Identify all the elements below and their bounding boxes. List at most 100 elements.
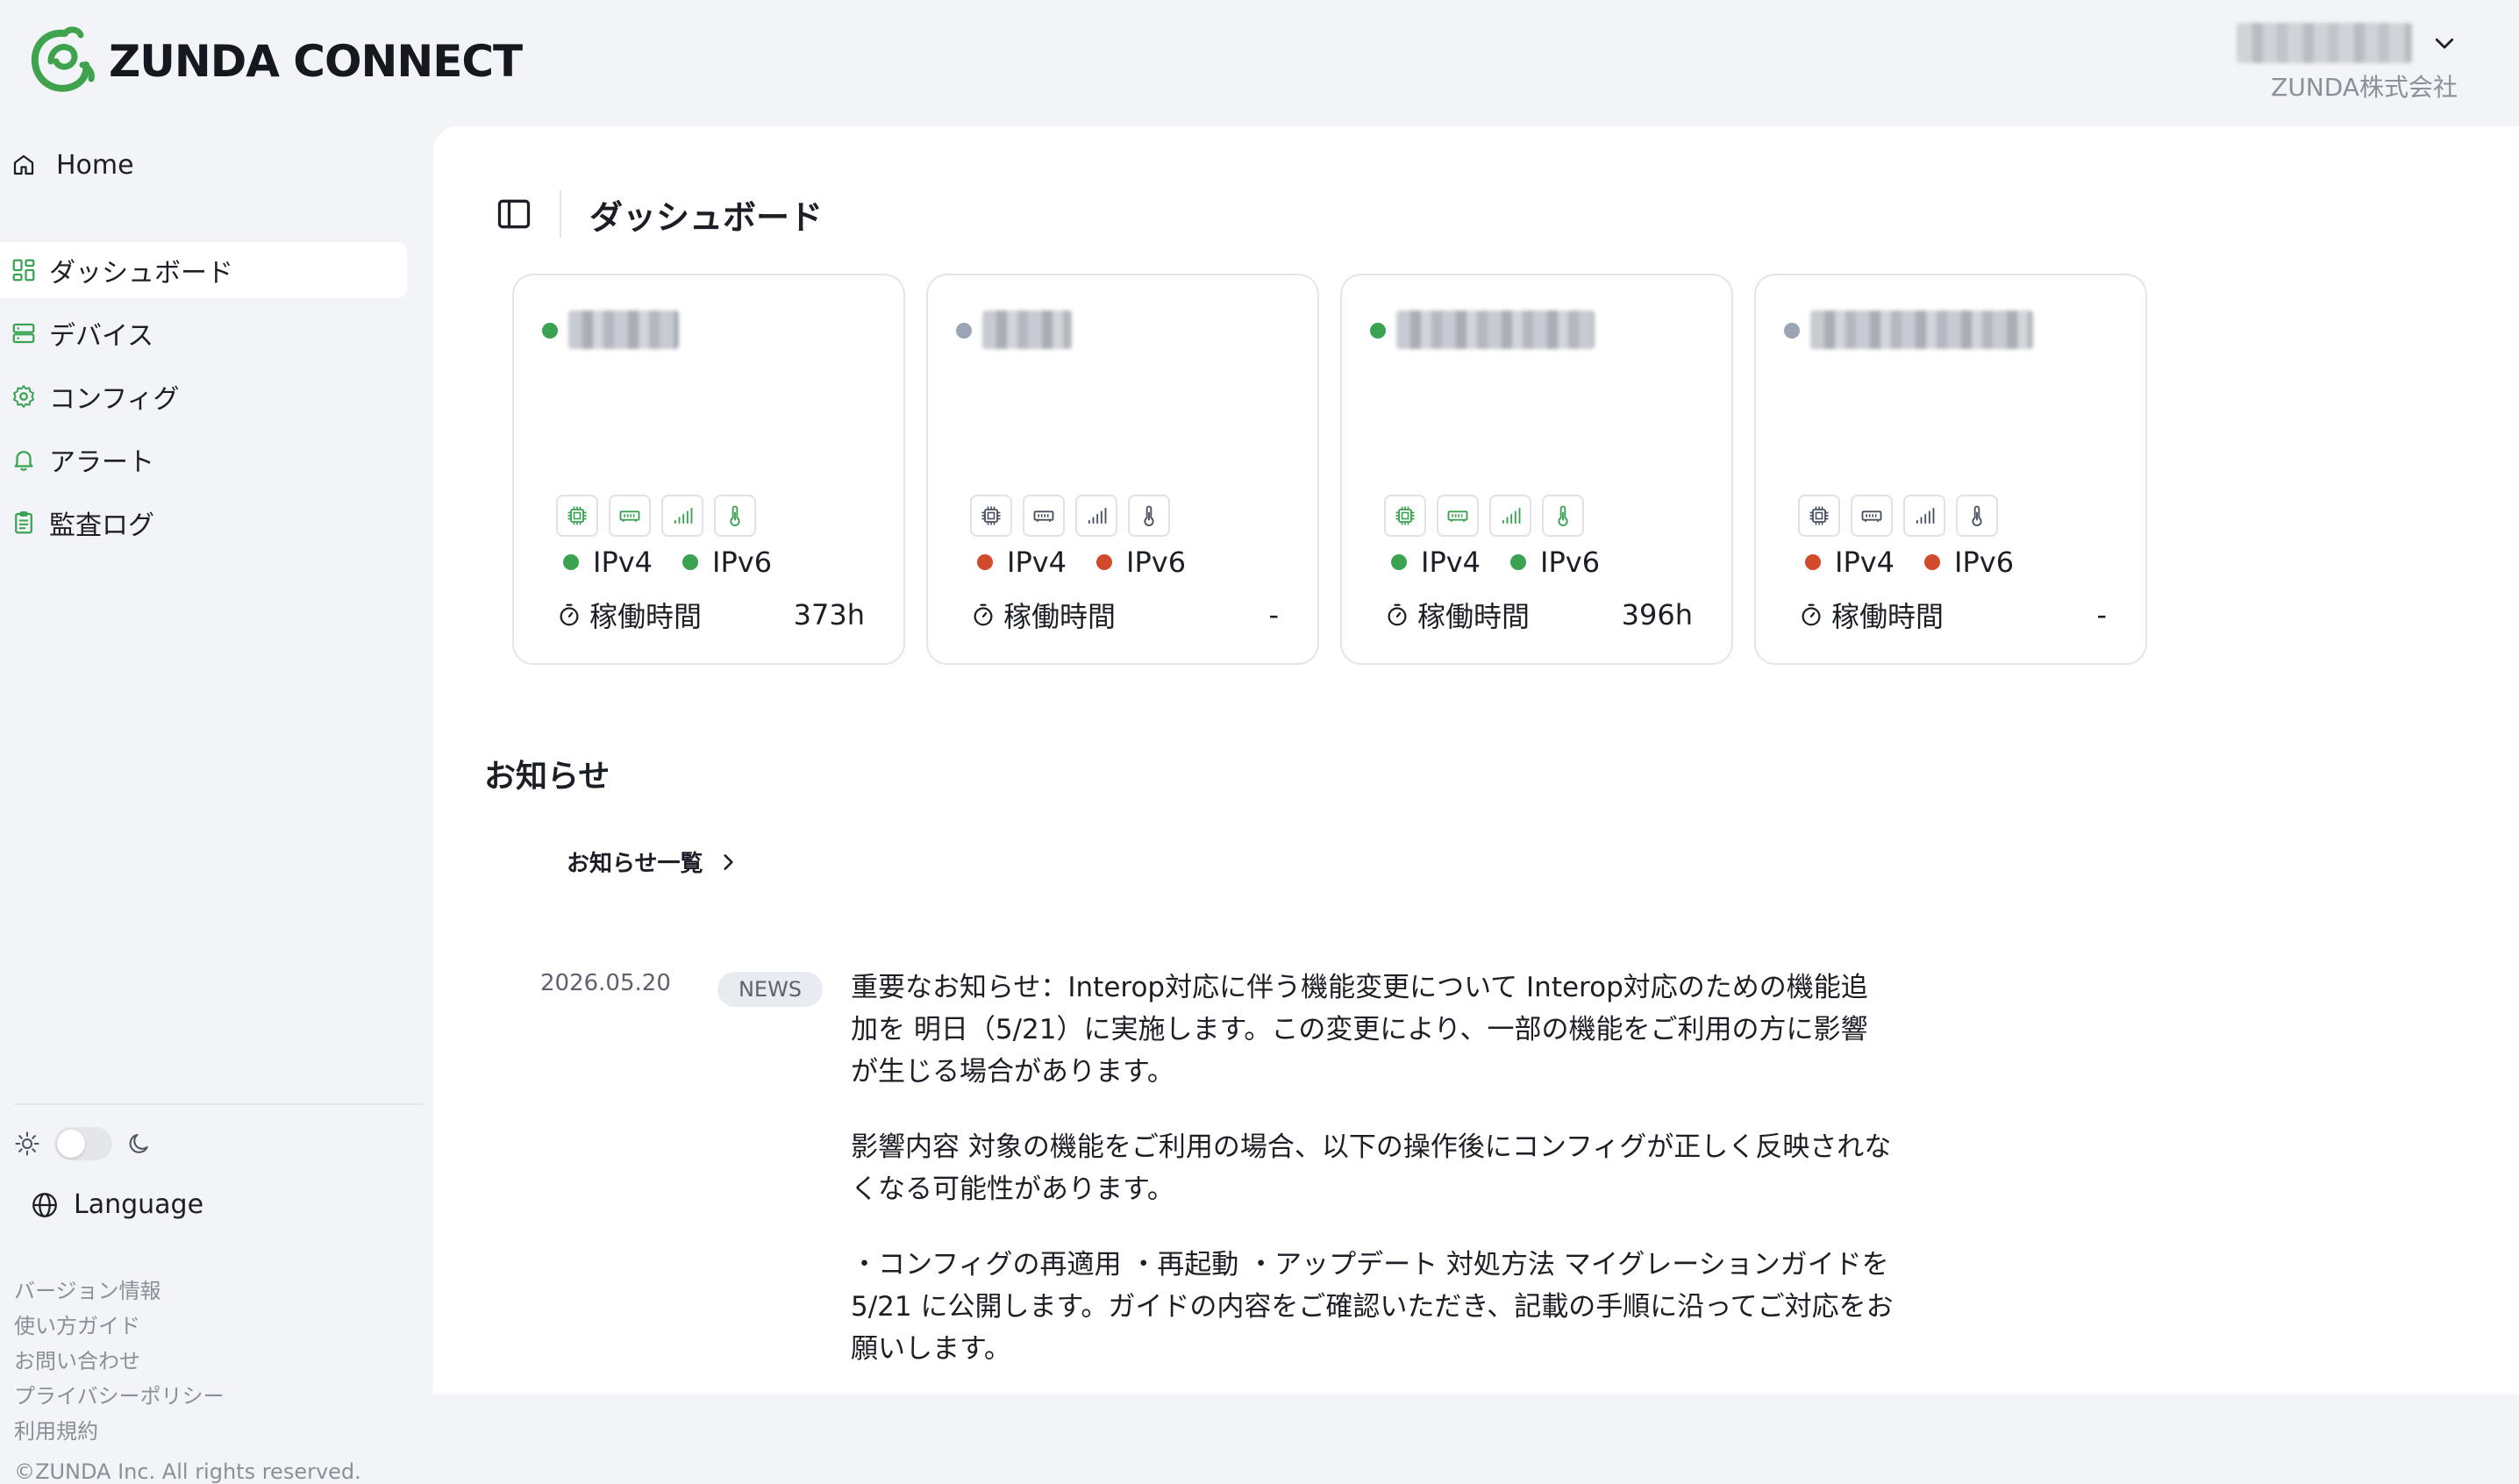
sidebar-item-label: アラート [49,447,154,478]
device-card[interactable]: IPv4 IPv6 稼働時間 373h [512,274,905,665]
device-card[interactable]: IPv4 IPv6 稼働時間 - [1754,274,2147,665]
ipv6-status-dot [682,554,699,570]
uptime-value: 396h [1621,598,1693,631]
device-name-redacted [568,310,679,349]
sidebar-item-label: ダッシュボード [49,258,233,289]
sidebar-item-dashboard[interactable]: ダッシュボード [0,242,407,298]
ipv4-label: IPv4 [1007,546,1067,579]
device-status-dot [1784,323,1800,339]
clipboard-icon [15,511,32,534]
sidebar-item-home[interactable]: Home [0,137,407,193]
user-name-redacted [2237,23,2412,63]
device-status-dot [542,323,558,339]
footer-link-version[interactable]: バージョン情報 [14,1274,225,1309]
stopwatch-icon [560,603,579,626]
uptime-label: 稼働時間 [1003,600,1117,633]
footer-link-contact[interactable]: お問い合わせ [14,1344,225,1379]
footer-link-guide[interactable]: 使い方ガイド [14,1309,225,1344]
device-name-redacted [1396,310,1595,349]
stopwatch-icon [1802,603,1821,626]
sidebar-item-label: コンフィグ [49,384,180,415]
ip-status-row: IPv4 IPv6 [563,546,772,579]
home-icon [13,154,34,175]
ipv4-status-dot [1805,554,1821,570]
signal-icon [1903,495,1945,537]
top-bar: ZUNDA CONNECT ZUNDA株式会社 [0,0,2519,123]
thermometer-icon [714,495,756,537]
ip-status-row: IPv4 IPv6 [1805,546,2014,579]
language-selector[interactable]: Language [30,1189,203,1220]
news-list-link-label: お知らせ一覧 [567,851,703,877]
ipv6-status-dot [1924,554,1941,570]
signal-icon [1489,495,1531,537]
sidebar-item-audit-log[interactable]: 監査ログ [0,495,407,551]
memory-icon [1023,495,1065,537]
page-title: ダッシュボード [589,197,824,237]
brand-name: ZUNDA CONNECT [109,36,523,87]
sidebar-item-label: 監査ログ [49,510,154,541]
device-metrics-icons [1798,495,1998,537]
ipv4-label: IPv4 [1421,546,1481,579]
page-header: ダッシュボード [495,189,823,239]
device-metrics-icons [970,495,1170,537]
news-body: 重要なお知らせ：Interop対応に伴う機能変更について Interop対応のた… [851,967,1895,1403]
signal-icon [661,495,703,537]
news-list-link[interactable]: お知らせ一覧 [567,845,739,878]
language-label: Language [74,1189,204,1220]
device-card[interactable]: IPv4 IPv6 稼働時間 396h [1340,274,1733,665]
chevron-down-icon[interactable] [2431,30,2458,56]
ipv4-label: IPv4 [593,546,653,579]
footer-links: バージョン情報 使い方ガイド お問い合わせ プライバシーポリシー 利用規約 [14,1274,225,1449]
device-name-redacted [1810,310,2033,349]
sidebar-item-devices[interactable]: デバイス [0,305,407,361]
brand-logo[interactable]: ZUNDA CONNECT [26,25,523,98]
stopwatch-icon [1388,603,1407,626]
moon-icon [129,1134,148,1153]
sidebar-toggle-icon[interactable] [495,195,533,233]
header-divider [560,190,561,238]
theme-switcher [14,1126,153,1161]
ipv6-label: IPv6 [1540,546,1601,579]
ipv6-label: IPv6 [712,546,773,579]
uptime-value: - [2096,598,2107,631]
ipv4-status-dot [563,554,579,570]
memory-icon [609,495,651,537]
stopwatch-icon [974,603,993,626]
cpu-icon [556,495,598,537]
sidebar-item-config[interactable]: コンフィグ [0,368,407,425]
memory-icon [1851,495,1893,537]
footer-link-privacy[interactable]: プライバシーポリシー [14,1379,225,1414]
uptime-value: - [1268,598,1279,631]
user-company: ZUNDA株式会社 [2271,73,2458,102]
sidebar-item-alerts[interactable]: アラート [0,432,407,488]
sidebar: Home ダッシュボード デバイス コンフィグ アラート 監査ログ Langua… [0,123,433,1484]
bell-icon [14,451,33,471]
uptime-row: 稼働時間 - [1798,595,2107,635]
uptime-row: 稼働時間 396h [1384,595,1693,635]
device-icon [12,323,35,344]
sidebar-divider [14,1103,423,1105]
ipv6-status-dot [1096,554,1113,570]
news-paragraph: 重要なお知らせ：Interop対応に伴う機能変更について Interop対応のた… [851,972,1868,1088]
thermometer-icon [1542,495,1584,537]
device-status-dot [1370,323,1386,339]
uptime-label: 稼働時間 [1417,600,1531,633]
ip-status-row: IPv4 IPv6 [977,546,1186,579]
account-menu[interactable]: ZUNDA株式会社 [2230,19,2458,103]
cpu-icon [1384,495,1426,537]
ip-status-row: IPv4 IPv6 [1391,546,1600,579]
device-metrics-icons [1384,495,1584,537]
ipv6-label: IPv6 [1126,546,1187,579]
zunda-logo-icon [31,26,95,92]
sun-icon [15,1131,39,1156]
thermometer-icon [1956,495,1998,537]
theme-toggle[interactable] [54,1127,112,1160]
device-name-redacted [982,310,1072,349]
device-card[interactable]: IPv4 IPv6 稼働時間 - [926,274,1319,665]
gear-icon [13,385,34,408]
copyright: ©ZUNDA Inc. All rights reserved. [14,1459,361,1484]
device-status-dot [956,323,972,339]
footer-link-terms[interactable]: 利用規約 [14,1414,225,1449]
cpu-icon [1798,495,1840,537]
memory-icon [1437,495,1479,537]
